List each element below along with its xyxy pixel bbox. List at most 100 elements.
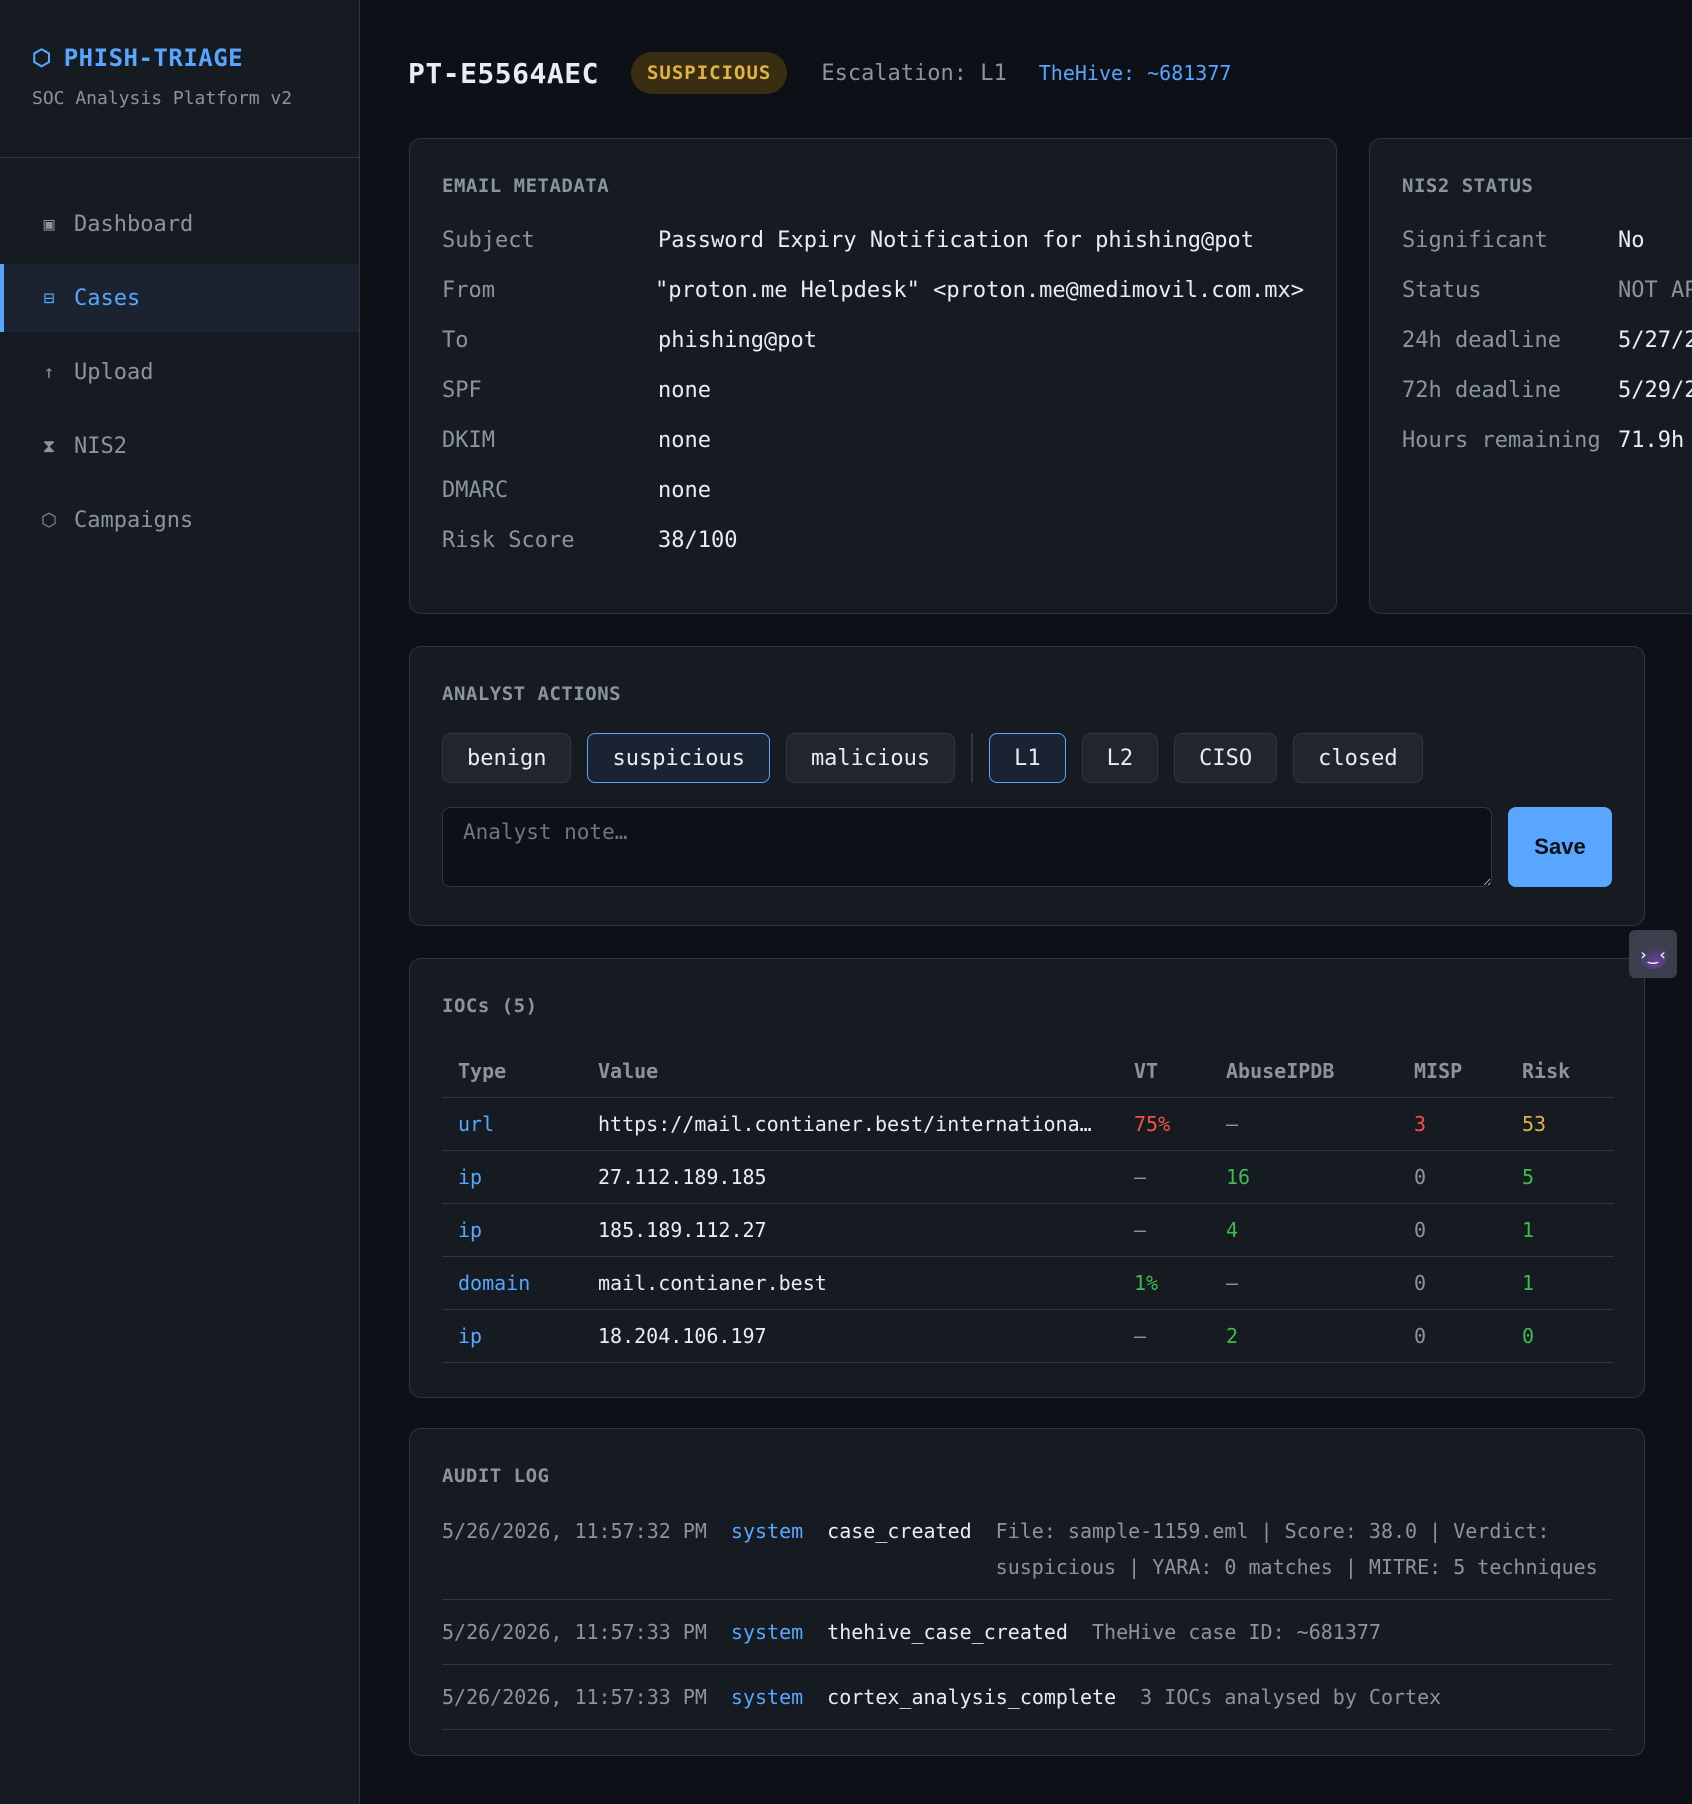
ioc-abuseipdb: – — [1210, 1256, 1398, 1310]
note-row: Save — [442, 807, 1612, 887]
sidebar-item-upload[interactable]: ↑ Upload — [0, 338, 359, 406]
sidebar-item-label: Campaigns — [74, 507, 194, 533]
analyst-actions-card: ANALYST ACTIONS benign suspicious malici… — [409, 646, 1645, 926]
verdict-suspicious-button[interactable]: suspicious — [587, 733, 770, 783]
ioc-vt: 1% — [1118, 1256, 1210, 1310]
sidebar-item-label: NIS2 — [74, 433, 127, 459]
case-header: PT-E5564AEC SUSPICIOUS Escalation: L1 Th… — [408, 48, 1231, 98]
table-row[interactable]: ip 27.112.189.185 – 16 0 5 — [442, 1150, 1614, 1204]
metadata-key: From — [442, 277, 495, 303]
face-icon: ›‿‹ — [1638, 939, 1668, 969]
ioc-misp: 3 — [1398, 1097, 1506, 1151]
nis2-row-hours-remaining: Hours remaining 71.9h — [1402, 415, 1692, 465]
verdict-malicious-button[interactable]: malicious — [785, 733, 956, 783]
thehive-link[interactable]: TheHive: ~681377 — [1039, 61, 1232, 85]
metadata-key: DMARC — [442, 477, 509, 503]
metadata-value: Password Expiry Notification for phishin… — [658, 227, 1255, 253]
table-row[interactable]: domain mail.contianer.best 1% – 0 1 — [442, 1256, 1614, 1310]
action-button-row: benign suspicious malicious L1 L2 CISO c… — [442, 733, 1612, 783]
sidebar-item-dashboard[interactable]: ▣ Dashboard — [0, 190, 359, 258]
escalate-l2-button[interactable]: L2 — [1081, 733, 1159, 783]
column-header-risk[interactable]: Risk — [1506, 1045, 1614, 1098]
ioc-abuseipdb: – — [1210, 1097, 1398, 1151]
ioc-value: mail.contianer.best — [582, 1256, 1118, 1310]
card-title: NIS2 STATUS — [1402, 175, 1534, 197]
nis2-status-card: NIS2 STATUS Significant No Status NOT AP 2… — [1369, 138, 1692, 614]
table-header-row: Type Value VT AbuseIPDB MISP Risk — [442, 1045, 1614, 1098]
verdict-benign-button[interactable]: benign — [442, 733, 572, 783]
metadata-row-risk-score: Risk Score 38/100 — [442, 515, 1304, 565]
metadata-value: phishing@pot — [658, 327, 817, 353]
metadata-key: DKIM — [442, 427, 495, 453]
sidebar: ⬡ PHISH-TRIAGE SOC Analysis Platform v2 … — [0, 0, 360, 1804]
ioc-type: ip — [442, 1203, 582, 1257]
ioc-misp: 0 — [1398, 1203, 1506, 1257]
ioc-vt: – — [1118, 1203, 1210, 1257]
audit-action: thehive_case_created — [827, 1620, 1068, 1644]
audit-timestamp: 5/26/2026, 11:57:33 PM — [442, 1620, 707, 1644]
ioc-value: 27.112.189.185 — [582, 1150, 1118, 1204]
audit-timestamp: 5/26/2026, 11:57:32 PM — [442, 1519, 707, 1543]
ioc-abuseipdb: 2 — [1210, 1309, 1398, 1363]
audit-detail: TheHive case ID: ~681377 — [1091, 1620, 1381, 1644]
column-header-vt[interactable]: VT — [1118, 1045, 1210, 1098]
save-button[interactable]: Save — [1508, 807, 1612, 887]
column-header-misp[interactable]: MISP — [1398, 1045, 1506, 1098]
ioc-value: https://mail.contianer.best/internationa… — [582, 1097, 1118, 1151]
audit-list: 5/26/2026, 11:57:32 PM system case_creat… — [442, 1513, 1612, 1730]
brand-logo[interactable]: ⬡ PHISH-TRIAGE — [32, 44, 359, 72]
table-row[interactable]: ip 18.204.106.197 – 2 0 0 — [442, 1309, 1614, 1363]
audit-detail: File: sample-1159.eml | Score: 38.0 | Ve… — [995, 1519, 1598, 1579]
nis2-key: Hours remaining — [1402, 427, 1601, 453]
hourglass-icon: ⧗ — [42, 435, 56, 457]
nis2-row-24h-deadline: 24h deadline 5/27/2 — [1402, 315, 1692, 365]
nis2-value: 5/29/2 — [1618, 377, 1692, 403]
column-header-value[interactable]: Value — [582, 1045, 1118, 1098]
sidebar-item-label: Dashboard — [74, 211, 194, 237]
audit-detail: 3 IOCs analysed by Cortex — [1140, 1685, 1442, 1709]
audit-actor: system — [730, 1519, 804, 1543]
metadata-value: none — [658, 477, 711, 503]
audit-row: 5/26/2026, 11:57:33 PM system thehive_ca… — [442, 1600, 1612, 1665]
metadata-key: Subject — [442, 227, 535, 253]
ioc-table: Type Value VT AbuseIPDB MISP Risk url ht… — [442, 1045, 1614, 1363]
escalate-ciso-button[interactable]: CISO — [1174, 733, 1278, 783]
ioc-type: ip — [442, 1309, 582, 1363]
arrow-up-icon: ↑ — [43, 361, 55, 383]
card-title: ANALYST ACTIONS — [442, 683, 622, 705]
table-icon: ⊟ — [43, 287, 55, 309]
status-closed-button[interactable]: closed — [1293, 733, 1423, 783]
escalate-l1-button[interactable]: L1 — [989, 733, 1066, 783]
nis2-key: 72h deadline — [1402, 377, 1561, 403]
metadata-key: SPF — [442, 377, 482, 403]
hexagon-icon: ⬡ — [41, 509, 57, 531]
nis2-value: 71.9h — [1618, 427, 1685, 453]
ioc-misp: 0 — [1398, 1309, 1506, 1363]
iocs-card: IOCs (5) Type Value VT AbuseIPDB MISP Ri… — [409, 958, 1645, 1398]
brand-title: PHISH-TRIAGE — [63, 44, 244, 72]
email-metadata-card: EMAIL METADATA Subject Password Expiry No… — [409, 138, 1337, 614]
escalation-level: Escalation: L1 — [821, 60, 1007, 86]
analyst-note-input[interactable] — [442, 807, 1492, 887]
table-row[interactable]: ip 185.189.112.27 – 4 0 1 — [442, 1203, 1614, 1257]
audit-actor: system — [730, 1620, 804, 1644]
metadata-key: To — [442, 327, 469, 353]
column-header-abuseipdb[interactable]: AbuseIPDB — [1210, 1045, 1398, 1098]
ioc-abuseipdb: 16 — [1210, 1150, 1398, 1204]
ioc-vt: – — [1118, 1309, 1210, 1363]
sidebar-item-nis2[interactable]: ⧗ NIS2 — [0, 412, 359, 480]
assistant-toggle-button[interactable]: ›‿‹ — [1629, 930, 1677, 978]
ioc-type: url — [442, 1097, 582, 1151]
audit-log-card: AUDIT LOG 5/26/2026, 11:57:32 PM system … — [409, 1428, 1645, 1756]
ioc-risk: 1 — [1506, 1203, 1614, 1257]
column-header-type[interactable]: Type — [442, 1045, 582, 1098]
sidebar-item-cases[interactable]: ⊟ Cases — [0, 264, 359, 332]
ioc-vt: – — [1118, 1150, 1210, 1204]
metadata-value: none — [658, 427, 711, 453]
metadata-row-spf: SPF none — [442, 365, 1304, 415]
ioc-risk: 53 — [1506, 1097, 1614, 1151]
sidebar-item-label: Upload — [74, 359, 154, 385]
table-row[interactable]: url https://mail.contianer.best/internat… — [442, 1097, 1614, 1151]
sidebar-item-campaigns[interactable]: ⬡ Campaigns — [0, 486, 359, 554]
nis2-value: 5/27/2 — [1618, 327, 1692, 353]
